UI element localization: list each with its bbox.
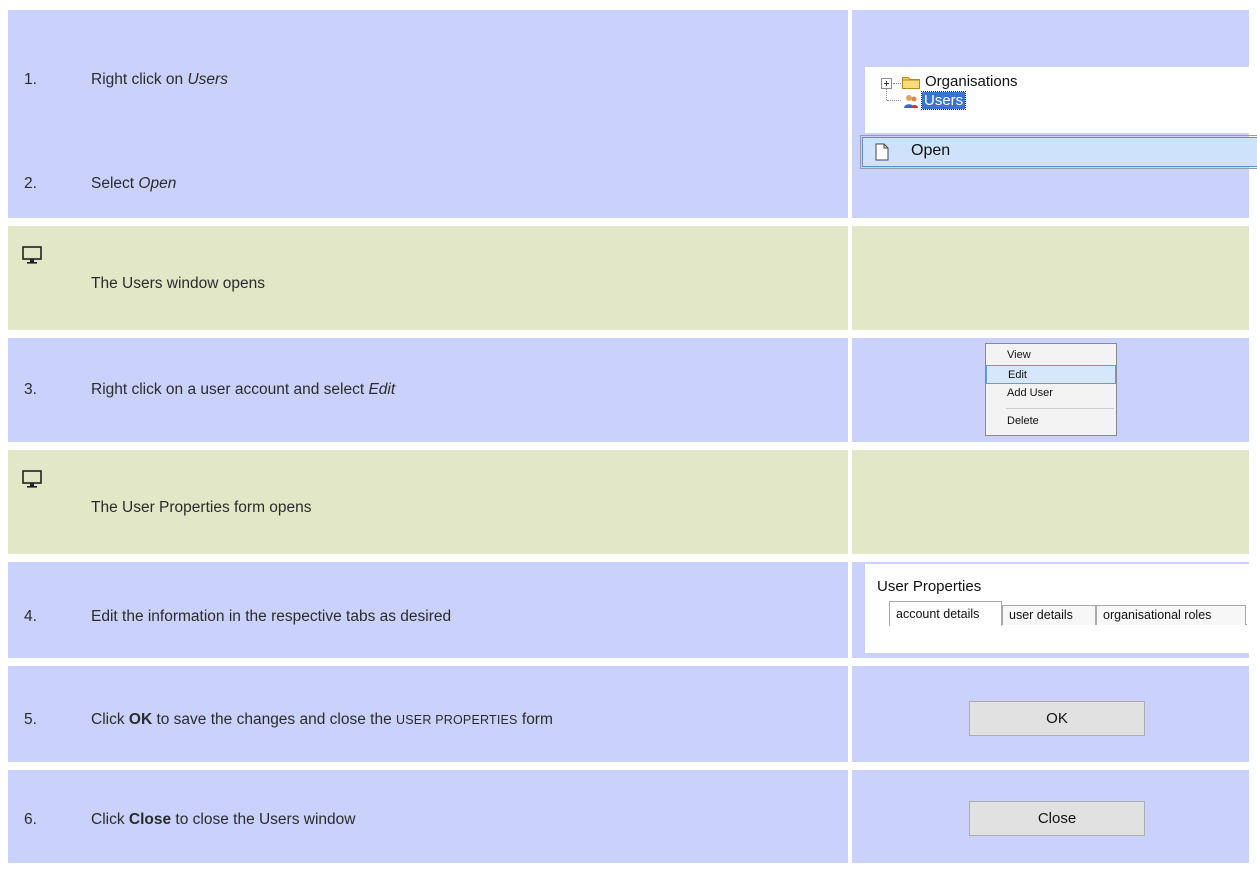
tree-item-organisations[interactable]: Organisations <box>925 73 1018 90</box>
step-number: 3. <box>24 381 37 398</box>
monitor-icon <box>22 246 42 264</box>
step-6-text-cell: 6. Click Close to close the Users window <box>8 770 848 863</box>
step-5-text: Click OK to save the changes and close t… <box>91 711 553 728</box>
ok-button[interactable]: OK <box>969 701 1145 736</box>
step-number: 6. <box>24 811 37 828</box>
open-document-icon <box>875 143 889 161</box>
step-3-image-cell: View Edit Add User Delete <box>852 338 1249 442</box>
user-properties-snippet: User Properties account details user det… <box>865 564 1249 653</box>
step-5-block: 5. Click OK to save the changes and clos… <box>8 666 1249 762</box>
info-text: The Users window opens <box>91 275 266 292</box>
tree-item-users[interactable]: Users <box>920 91 967 110</box>
info-user-properties-block: The User Properties form opens <box>8 450 1249 554</box>
tree-view: Organisations Users <box>865 67 1257 133</box>
folder-icon <box>902 77 920 89</box>
context-menu-item-edit[interactable]: Edit <box>986 365 1116 384</box>
tab-organisational-roles[interactable]: organisational roles <box>1096 605 1246 625</box>
info-text-cell: The User Properties form opens <box>8 450 848 554</box>
context-menu: View Edit Add User Delete <box>985 343 1117 436</box>
info-text: The User Properties form opens <box>91 499 312 516</box>
step-5-image-cell: OK <box>852 666 1249 762</box>
steps-1-2-block: 1. Right click on Users 2. Select Open O… <box>8 10 1257 218</box>
info-image-cell <box>852 226 1249 330</box>
info-image-cell <box>852 450 1249 554</box>
step-number: 2. <box>24 175 37 192</box>
step-4-block: 4. Edit the information in the respectiv… <box>8 562 1249 658</box>
step-3-text-cell: 3. Right click on a user account and sel… <box>8 338 848 442</box>
menu-separator <box>1006 408 1114 409</box>
close-button[interactable]: Close <box>969 801 1145 836</box>
step-2-text: Select Open <box>91 175 177 192</box>
monitor-icon <box>22 470 42 488</box>
step-4-image-cell: User Properties account details user det… <box>852 562 1249 658</box>
step-6-block: 6. Click Close to close the Users window… <box>8 770 1249 863</box>
step-3-block: 3. Right click on a user account and sel… <box>8 338 1249 442</box>
step-3-text: Right click on a user account and select… <box>91 381 396 398</box>
context-menu-item-view[interactable]: View <box>986 346 1116 365</box>
steps-1-2-text-cell: 1. Right click on Users 2. Select Open <box>8 10 848 218</box>
step-6-text: Click Close to close the Users window <box>91 811 356 828</box>
step-4-text-cell: 4. Edit the information in the respectiv… <box>8 562 848 658</box>
steps-1-2-image-cell: Organisations Users Open <box>852 10 1257 218</box>
tab-account-details[interactable]: account details <box>889 601 1002 626</box>
context-menu-item-delete[interactable]: Delete <box>986 412 1116 431</box>
info-users-window-block: The Users window opens <box>8 226 1249 330</box>
step-1-text: Right click on Users <box>91 71 228 88</box>
open-menu-item[interactable]: Open <box>860 135 1257 169</box>
step-number: 5. <box>24 711 37 728</box>
step-number: 1. <box>24 71 37 88</box>
open-menu-label: Open <box>911 142 951 159</box>
step-5-text-cell: 5. Click OK to save the changes and clos… <box>8 666 848 762</box>
step-6-image-cell: Close <box>852 770 1249 863</box>
expand-icon[interactable] <box>881 78 892 89</box>
step-4-text: Edit the information in the respective t… <box>91 608 452 625</box>
tab-user-details[interactable]: user details <box>1002 605 1096 625</box>
users-icon <box>904 95 918 108</box>
context-menu-item-add-user[interactable]: Add User <box>986 384 1116 403</box>
user-properties-title: User Properties <box>877 578 982 595</box>
step-number: 4. <box>24 608 37 625</box>
info-text-cell: The Users window opens <box>8 226 848 330</box>
